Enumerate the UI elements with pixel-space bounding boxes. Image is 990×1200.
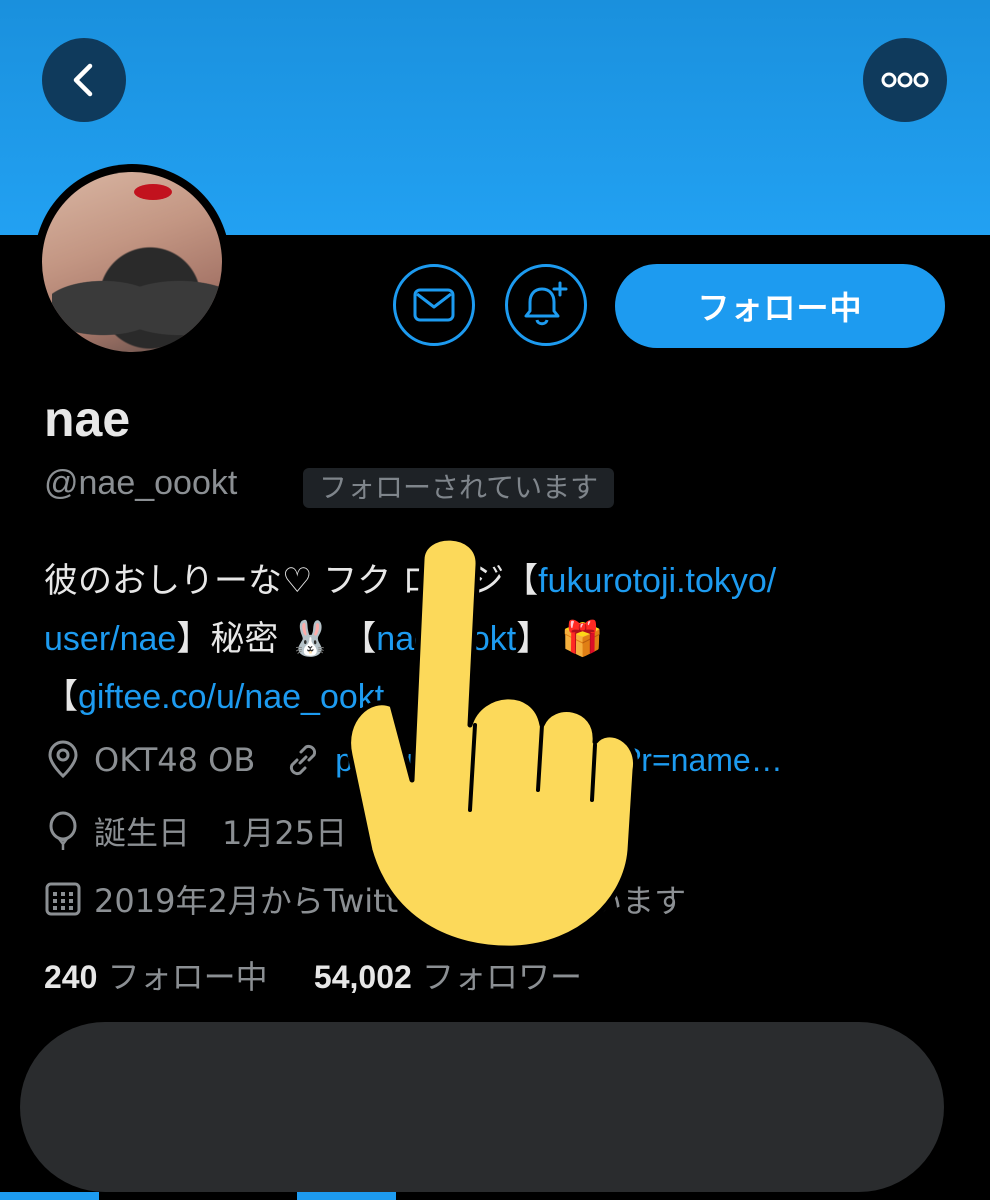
calendar-icon [45,882,81,916]
bell-plus-icon [524,281,568,326]
chevron-left-icon [73,63,93,97]
profile-screen: フォロー中 nae @nae_oookt フォローされています 彼のおしりーな♡… [0,0,990,1200]
display-name: nae [44,391,131,447]
obscured-content [20,1022,944,1192]
pointing-hand-icon [346,535,638,951]
birthday-text: 誕生日 1月25日 [94,814,348,852]
avatar-detail [134,184,172,200]
link-icon [290,744,317,776]
following-link[interactable]: 240 フォロー中 [44,958,268,996]
location-text: OKT48 OB [94,741,256,779]
location-pin-icon [48,740,78,779]
avatar-frame [34,164,230,360]
rabbit-icon: 🐰 [289,619,332,659]
notification-button[interactable] [505,264,587,346]
message-button[interactable] [393,264,475,346]
bio-link[interactable]: user/nae [44,620,176,658]
birthday-row: 誕生日 1月25日 [44,808,347,854]
mail-icon [413,288,455,322]
following-button[interactable]: フォロー中 [615,264,945,348]
more-button[interactable] [863,38,947,122]
back-button[interactable] [42,38,126,122]
bio-text: 】秘密 [176,619,279,659]
following-count: 240 [44,959,98,995]
username-handle: @nae_oookt [44,464,238,502]
balloon-icon [49,811,77,850]
more-horizontal-icon [881,72,929,88]
bio-text: 【 [44,677,78,717]
obscured-text-strip [0,1192,990,1200]
following-label: フォロー中 [107,958,268,996]
avatar-detail [52,272,222,352]
follows-you-badge: フォローされています [303,468,615,508]
avatar[interactable] [42,172,222,352]
